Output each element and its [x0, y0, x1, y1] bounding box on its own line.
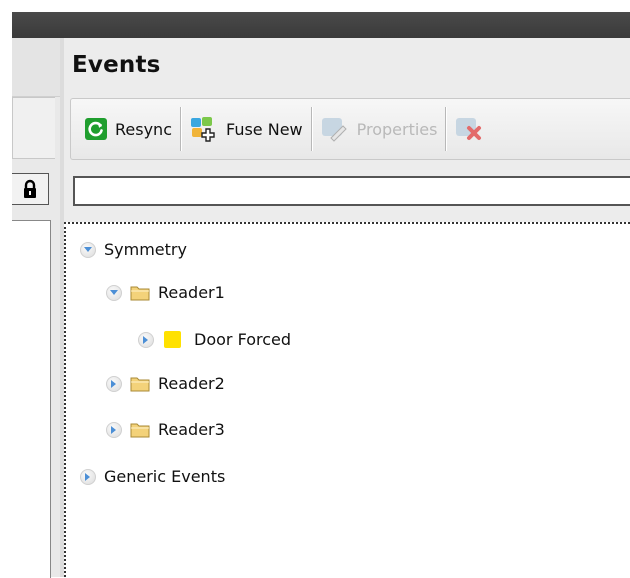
left-panel-toolbar: [12, 97, 55, 159]
window-title-bar: [12, 12, 630, 38]
tree-node-reader3[interactable]: Reader3: [106, 420, 225, 439]
tree-node-label: Reader1: [158, 283, 225, 302]
left-panel-list[interactable]: [12, 220, 51, 578]
properties-icon: [321, 118, 347, 142]
chevron-down-icon: [110, 289, 118, 295]
tree-node-label: Door Forced: [194, 330, 292, 349]
tree-node-label: Generic Events: [104, 467, 226, 486]
fuse-new-icon: [190, 117, 215, 142]
chevron-down-icon: [84, 246, 92, 252]
chevron-right-icon: [85, 472, 90, 481]
chevron-right-icon: [111, 379, 116, 388]
lock-icon: [24, 179, 36, 198]
expand-toggle[interactable]: [106, 375, 122, 392]
expand-toggle[interactable]: [138, 331, 154, 348]
tree-node-label: Symmetry: [104, 240, 187, 259]
folder-icon: [130, 423, 150, 437]
fuse-new-button[interactable]: Fuse New: [182, 107, 311, 151]
chevron-right-icon: [143, 335, 148, 344]
top-edge: [0, 0, 630, 12]
expand-toggle[interactable]: [80, 468, 96, 485]
delete-button[interactable]: [447, 107, 493, 151]
tree-node-door-forced[interactable]: Door Forced: [138, 330, 291, 349]
events-toolbar: Resync Fuse New Properties: [70, 98, 630, 160]
resync-button[interactable]: Resync: [77, 107, 180, 151]
fuse-new-label: Fuse New: [225, 119, 303, 139]
expand-toggle[interactable]: [106, 421, 122, 438]
resync-label: Resync: [115, 119, 172, 139]
left-panel-header: [12, 38, 60, 97]
tree-node-symmetry[interactable]: Symmetry: [80, 240, 187, 259]
tree-node-reader1[interactable]: Reader1: [106, 283, 225, 302]
folder-icon: [130, 377, 150, 391]
properties-button[interactable]: Properties: [313, 107, 446, 151]
lock-button[interactable]: [12, 173, 49, 205]
chevron-right-icon: [111, 425, 116, 434]
refresh-icon: [85, 118, 107, 140]
folder-icon: [130, 286, 150, 300]
tree-node-reader2[interactable]: Reader2: [106, 374, 225, 393]
tree-node-label: Reader2: [158, 374, 225, 393]
collapse-toggle[interactable]: [80, 241, 96, 258]
delete-icon: [456, 118, 482, 140]
event-color-swatch: [164, 331, 181, 348]
search-input[interactable]: [73, 176, 630, 206]
properties-label: Properties: [356, 119, 438, 139]
tree-node-generic-events[interactable]: Generic Events: [80, 467, 225, 486]
panel-title: Events: [72, 52, 161, 78]
tree-node-label: Reader3: [158, 420, 225, 439]
collapse-toggle[interactable]: [106, 284, 122, 301]
events-tree: Symmetry Reader1 Door Forced Reader2 Rea…: [64, 222, 630, 577]
